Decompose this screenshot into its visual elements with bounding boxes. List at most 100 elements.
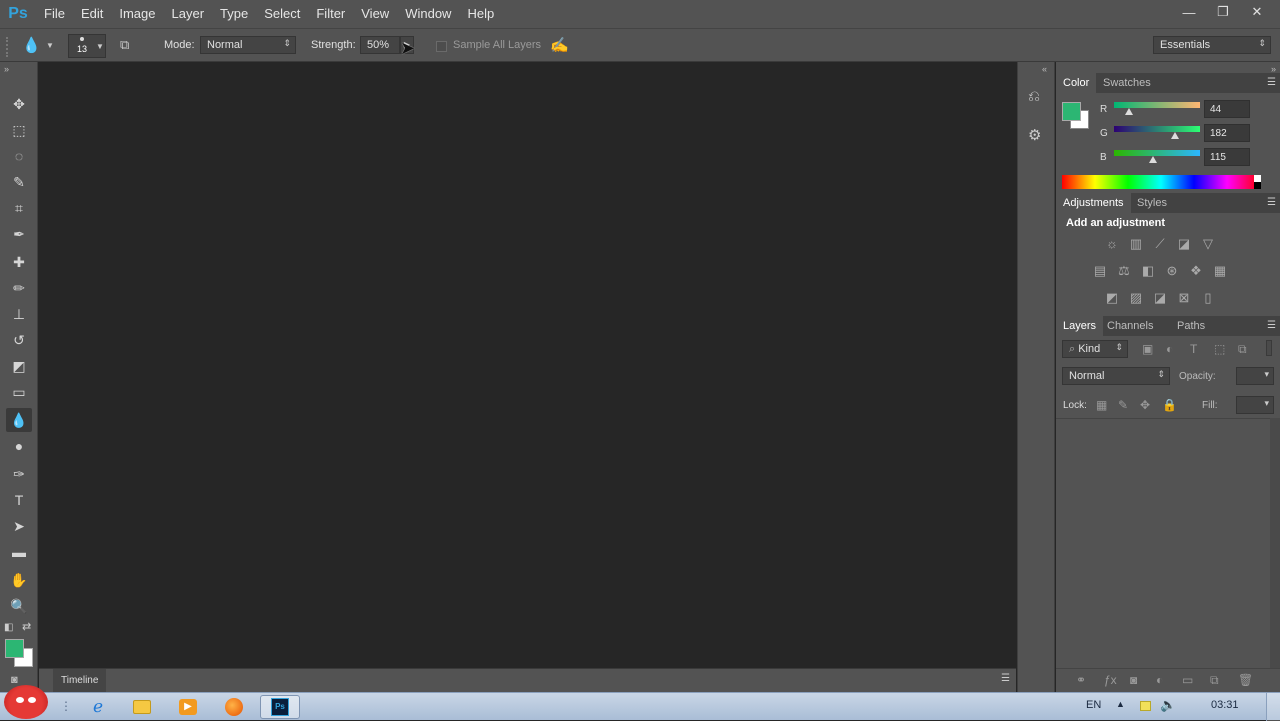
swap-colors-icon[interactable]: ⇄ xyxy=(22,620,31,633)
blend-mode-select[interactable]: Normal ⇕ xyxy=(1062,367,1170,385)
marquee-tool[interactable]: ⬚ xyxy=(6,118,32,142)
rectangle-tool[interactable]: ▬ xyxy=(6,540,32,564)
menu-layer[interactable]: Layer xyxy=(164,0,213,28)
panel-menu-icon[interactable]: ☰ xyxy=(1267,77,1276,88)
move-tool[interactable]: ✥ xyxy=(6,92,32,116)
menu-view[interactable]: View xyxy=(353,0,397,28)
notification-flag-icon[interactable] xyxy=(1140,701,1151,711)
green-slider-thumb[interactable] xyxy=(1171,132,1179,139)
hand-tool[interactable]: ✋ xyxy=(6,568,32,592)
selective-color-icon[interactable]: ⊠ xyxy=(1174,290,1194,306)
photoshop-taskbar-icon[interactable]: Ps xyxy=(260,695,300,719)
tab-paths[interactable]: Paths xyxy=(1170,316,1212,336)
quick-mask-icon[interactable]: ◙ xyxy=(11,674,18,686)
black-white-icon[interactable]: ⊛ xyxy=(1162,263,1182,279)
fill-input[interactable]: ▾ xyxy=(1236,396,1274,414)
new-group-icon[interactable]: ▭ xyxy=(1182,673,1193,687)
strength-input[interactable]: 50% xyxy=(360,36,400,54)
color-lookup-icon[interactable]: ▯ xyxy=(1198,290,1218,306)
add-mask-icon[interactable]: ◙ xyxy=(1130,673,1137,687)
channel-mixer-icon[interactable]: ▦ xyxy=(1210,263,1230,279)
brush-picker[interactable]: 13 ▼ xyxy=(68,34,106,58)
healing-brush-tool[interactable]: ✚ xyxy=(6,250,32,274)
menu-file[interactable]: File xyxy=(36,0,73,28)
eraser-tool[interactable]: ◩ xyxy=(6,354,32,378)
lasso-tool[interactable]: ◌ xyxy=(6,144,32,168)
quick-selection-tool[interactable]: ✎ xyxy=(6,170,32,194)
black-swatch[interactable] xyxy=(1254,182,1261,189)
green-slider[interactable] xyxy=(1114,126,1200,139)
type-tool[interactable]: T xyxy=(6,488,32,512)
gradient-map-icon[interactable]: ▽ xyxy=(1198,236,1218,252)
link-layers-icon[interactable]: ⚭ xyxy=(1076,673,1086,687)
invert-icon[interactable]: ◩ xyxy=(1102,290,1122,306)
layer-style-icon[interactable]: ƒx xyxy=(1104,673,1117,687)
blue-slider[interactable] xyxy=(1114,150,1200,163)
clock[interactable]: 03:31 xyxy=(1211,699,1239,711)
crop-tool[interactable]: ⌗ xyxy=(6,196,32,220)
red-slider[interactable] xyxy=(1114,102,1200,115)
exposure-icon[interactable]: ◪ xyxy=(1174,236,1194,252)
dodge-tool[interactable]: ● xyxy=(6,434,32,458)
file-explorer-icon[interactable] xyxy=(122,695,162,719)
volume-icon[interactable]: 🔈 xyxy=(1160,697,1176,713)
lock-transparency-icon[interactable]: ▦ xyxy=(1096,398,1107,412)
zoom-tool[interactable]: 🔍 xyxy=(6,594,32,618)
blue-slider-thumb[interactable] xyxy=(1149,156,1157,163)
document-canvas-area[interactable] xyxy=(39,62,1016,668)
path-selection-tool[interactable]: ➤ xyxy=(6,514,32,538)
smart-object-filter-icon[interactable]: ⧉ xyxy=(1238,342,1247,357)
gradient-tool[interactable]: ▭ xyxy=(6,380,32,404)
blue-input[interactable]: 115 xyxy=(1204,148,1250,166)
red-slider-thumb[interactable] xyxy=(1125,108,1133,115)
layers-scrollbar[interactable] xyxy=(1270,418,1280,668)
tab-color[interactable]: Color xyxy=(1056,73,1097,93)
menu-help[interactable]: Help xyxy=(459,0,502,28)
clone-stamp-tool[interactable]: ⊥ xyxy=(6,302,32,326)
panel-menu-icon[interactable]: ☰ xyxy=(1267,320,1276,331)
tab-swatches[interactable]: Swatches xyxy=(1096,73,1158,93)
menu-filter[interactable]: Filter xyxy=(308,0,353,28)
pen-tool[interactable]: ✑ xyxy=(6,462,32,486)
show-hidden-icons-icon[interactable]: ▲ xyxy=(1116,699,1125,709)
levels-icon[interactable]: ▥ xyxy=(1126,236,1146,252)
layer-filter-select[interactable]: ⌕ Kind ⇕ xyxy=(1062,340,1128,358)
panel-menu-icon[interactable]: ☰ xyxy=(1001,673,1010,684)
lock-pixels-icon[interactable]: ✎ xyxy=(1118,398,1128,412)
menu-image[interactable]: Image xyxy=(111,0,163,28)
type-layer-filter-icon[interactable]: T xyxy=(1190,342,1197,356)
curves-icon[interactable]: ⟋ xyxy=(1150,236,1170,252)
firefox-icon[interactable] xyxy=(214,695,254,719)
brush-panel-toggle-icon[interactable]: ⧉ xyxy=(120,37,140,55)
tool-preset-dropdown-icon[interactable]: ▼ xyxy=(46,41,54,50)
history-brush-tool[interactable]: ↺ xyxy=(6,328,32,352)
tab-adjustments[interactable]: Adjustments xyxy=(1056,193,1131,213)
lock-position-icon[interactable]: ✥ xyxy=(1140,398,1150,412)
pixel-layer-filter-icon[interactable]: ▣ xyxy=(1142,342,1153,356)
hue-saturation-icon[interactable]: ⚖ xyxy=(1114,263,1134,279)
color-balance-icon[interactable]: ◧ xyxy=(1138,263,1158,279)
expand-dock-icon[interactable]: « xyxy=(1042,64,1047,74)
timeline-tab[interactable]: Timeline xyxy=(53,669,107,692)
properties-panel-icon[interactable]: ⚙ xyxy=(1028,126,1041,144)
blur-tool[interactable]: 💧 xyxy=(6,408,32,432)
blur-drop-icon[interactable]: 💧 xyxy=(22,36,41,54)
workspace-select[interactable]: Essentials ⇕ xyxy=(1153,36,1271,54)
collapse-toolbar-icon[interactable]: » xyxy=(4,64,9,74)
delete-layer-icon[interactable]: 🗑 xyxy=(1238,673,1253,687)
photo-filter-icon[interactable]: ❖ xyxy=(1186,263,1206,279)
threshold-icon[interactable]: ◪ xyxy=(1150,290,1170,306)
brush-tool[interactable]: ✏ xyxy=(6,276,32,300)
green-input[interactable]: 182 xyxy=(1204,124,1250,142)
language-indicator[interactable]: EN xyxy=(1086,699,1101,711)
start-button[interactable] xyxy=(4,685,48,719)
history-panel-icon[interactable]: ⎌ xyxy=(1028,88,1040,105)
foreground-color-swatch[interactable] xyxy=(5,639,24,658)
media-player-icon[interactable]: ▶ xyxy=(168,695,208,719)
mode-select[interactable]: Normal ⇕ xyxy=(200,36,296,54)
posterize-icon[interactable]: ▨ xyxy=(1126,290,1146,306)
red-input[interactable]: 44 xyxy=(1204,100,1250,118)
layers-list[interactable] xyxy=(1056,418,1270,668)
pressure-icon[interactable]: ✍ xyxy=(550,36,569,54)
lock-all-icon[interactable]: 🔒 xyxy=(1162,398,1177,412)
